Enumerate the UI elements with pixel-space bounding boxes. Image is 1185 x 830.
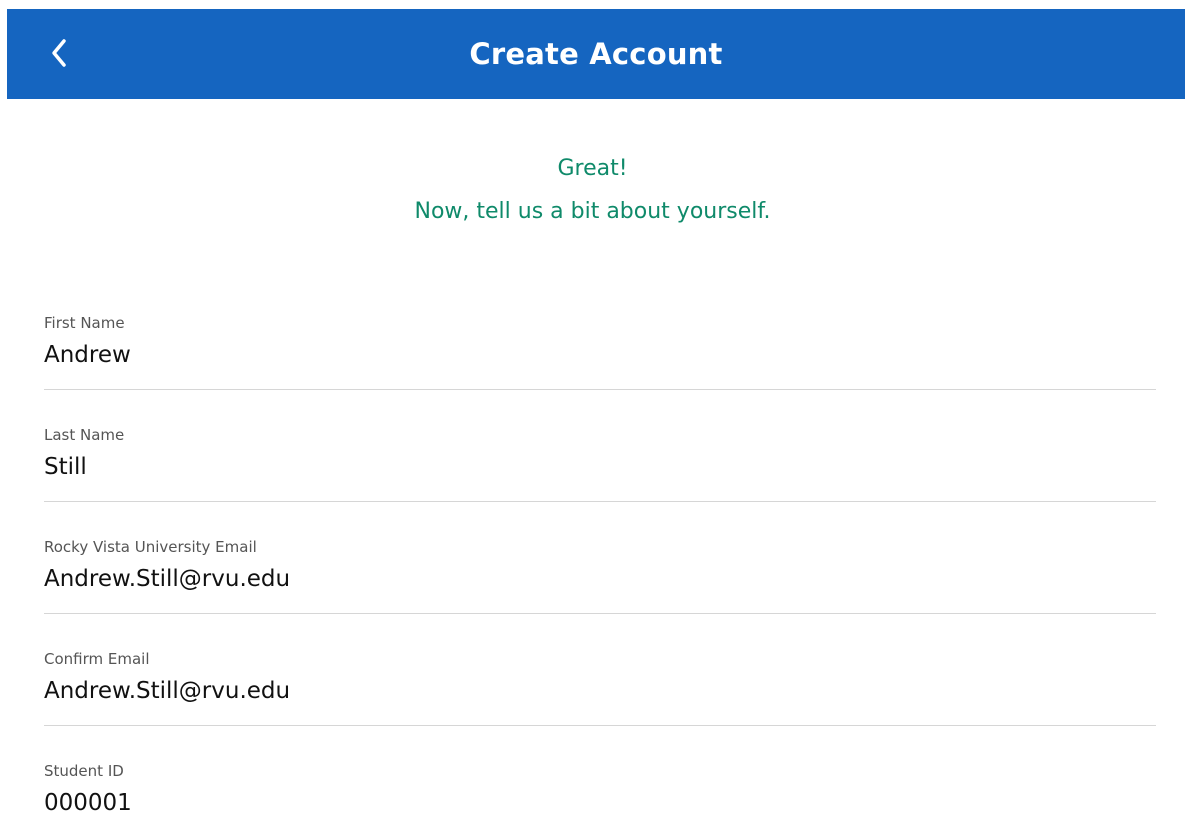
page-title: Create Account <box>469 37 723 71</box>
confirm-email-field: Confirm Email <box>44 650 1156 726</box>
last-name-field: Last Name <box>44 426 1156 502</box>
last-name-input[interactable] <box>44 450 1144 484</box>
create-account-screen: Create Account Great! Now, tell us a bit… <box>0 0 1185 830</box>
last-name-label: Last Name <box>44 426 125 444</box>
first-name-input[interactable] <box>44 338 1144 372</box>
intro-subheading: Now, tell us a bit about yourself. <box>414 199 771 224</box>
student-id-input[interactable] <box>44 786 1144 820</box>
email-input[interactable] <box>44 562 1144 596</box>
chevron-left-icon <box>52 39 66 67</box>
app-header: Create Account <box>7 9 1185 99</box>
email-field: Rocky Vista University Email <box>44 538 1156 614</box>
student-id-field: Student ID <box>44 762 1156 830</box>
intro-heading: Great! <box>557 156 628 181</box>
first-name-label: First Name <box>44 314 125 332</box>
email-label: Rocky Vista University Email <box>44 538 257 556</box>
confirm-email-label: Confirm Email <box>44 650 150 668</box>
confirm-email-input[interactable] <box>44 674 1144 708</box>
first-name-field: First Name <box>44 314 1156 390</box>
student-id-label: Student ID <box>44 762 124 780</box>
back-button[interactable] <box>37 31 81 75</box>
